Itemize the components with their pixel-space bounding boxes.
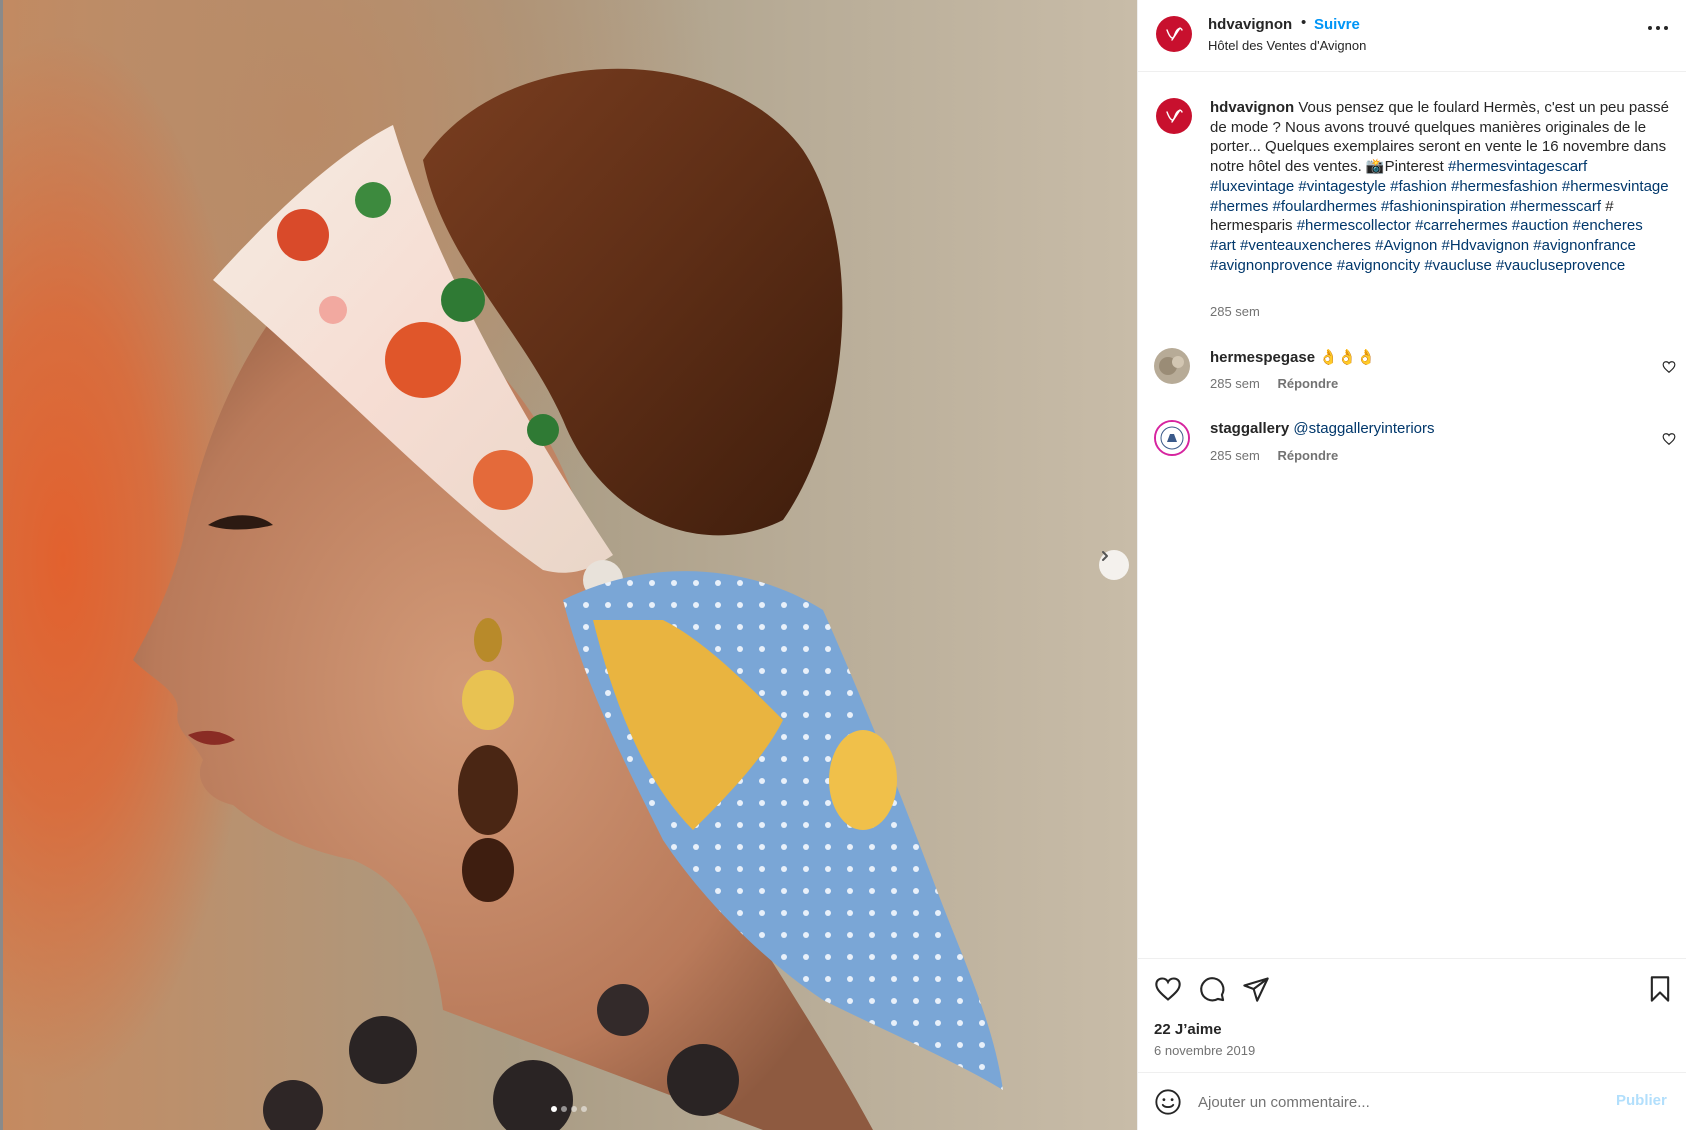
carousel-next-button[interactable] [1099,550,1129,580]
save-button[interactable] [1646,975,1674,1003]
post-image-illustration [133,68,1003,1130]
carousel-dot [581,1106,587,1112]
follow-button[interactable]: Suivre [1314,16,1360,33]
header-location[interactable]: Hôtel des Ventes d'Avignon [1208,38,1366,53]
emoji-button[interactable] [1154,1088,1182,1116]
comment-meta: 285 sem Répondre [1210,376,1338,391]
post-image[interactable] [3,0,1137,1130]
post-header: hdvavignon • Suivre Hôtel des Ventes d'A… [1138,0,1686,72]
like-button[interactable] [1154,975,1182,1003]
comment-line: staggallery @staggalleryinteriors [1210,420,1435,437]
emoji-icon [1155,1089,1181,1115]
share-button[interactable] [1242,975,1270,1003]
post-date: 6 novembre 2019 [1154,1043,1256,1058]
header-username[interactable]: hdvavignon [1208,16,1292,33]
post-actions: 22 J’aime 6 novembre 2019 [1138,958,1686,1072]
add-comment-bar: Publier [1138,1072,1686,1130]
heart-icon [1662,361,1676,374]
carousel-dots [551,1106,587,1112]
send-icon [1243,977,1269,1002]
more-options-button[interactable] [1646,18,1672,38]
heart-icon [1662,433,1676,446]
comment-icon [1200,977,1225,1002]
comment-username[interactable]: hermespegase [1210,349,1315,366]
profile-avatar[interactable] [1156,16,1192,52]
likes-count[interactable]: 22 J’aime [1154,1021,1222,1038]
brand-logo-icon [1166,109,1183,123]
carousel-dot [551,1106,557,1112]
caption-timestamp: 285 sem [1210,304,1260,319]
commenter-avatar[interactable] [1154,420,1190,456]
avatar-image [1156,422,1188,454]
comment-meta: 285 sem Répondre [1210,448,1338,463]
comment-text: 👌👌👌 [1319,349,1376,366]
avatar-image [1154,348,1190,384]
caption-username[interactable]: hdvavignon [1210,99,1294,116]
carousel-dot [571,1106,577,1112]
comment-mention[interactable]: @staggalleryinteriors [1293,420,1434,437]
carousel-dot [561,1106,567,1112]
comment-input[interactable] [1198,1089,1578,1115]
reply-button[interactable]: Répondre [1278,448,1339,463]
publish-button[interactable]: Publier [1616,1092,1667,1109]
post-details-panel: hdvavignon • Suivre Hôtel des Ventes d'A… [1137,0,1686,1130]
heart-icon [1155,977,1181,1001]
comment-like-button[interactable] [1662,432,1676,446]
header-separator: • [1301,14,1307,31]
comment-time: 285 sem [1210,448,1260,463]
caption-avatar[interactable] [1156,98,1192,134]
reply-button[interactable]: Répondre [1278,376,1339,391]
comment-time: 285 sem [1210,376,1260,391]
comment-button[interactable] [1198,975,1226,1003]
brand-logo-icon [1166,27,1183,41]
comment-line: hermespegase 👌👌👌 [1210,348,1375,366]
comment-username[interactable]: staggallery [1210,420,1289,437]
comment-like-button[interactable] [1662,360,1676,374]
chevron-right-icon [1102,551,1108,561]
bookmark-icon [1650,976,1670,1002]
caption-text: hdvavignon Vous pensez que le foulard He… [1210,98,1670,275]
commenter-avatar[interactable] [1154,348,1190,384]
more-options-icon [1648,26,1668,30]
